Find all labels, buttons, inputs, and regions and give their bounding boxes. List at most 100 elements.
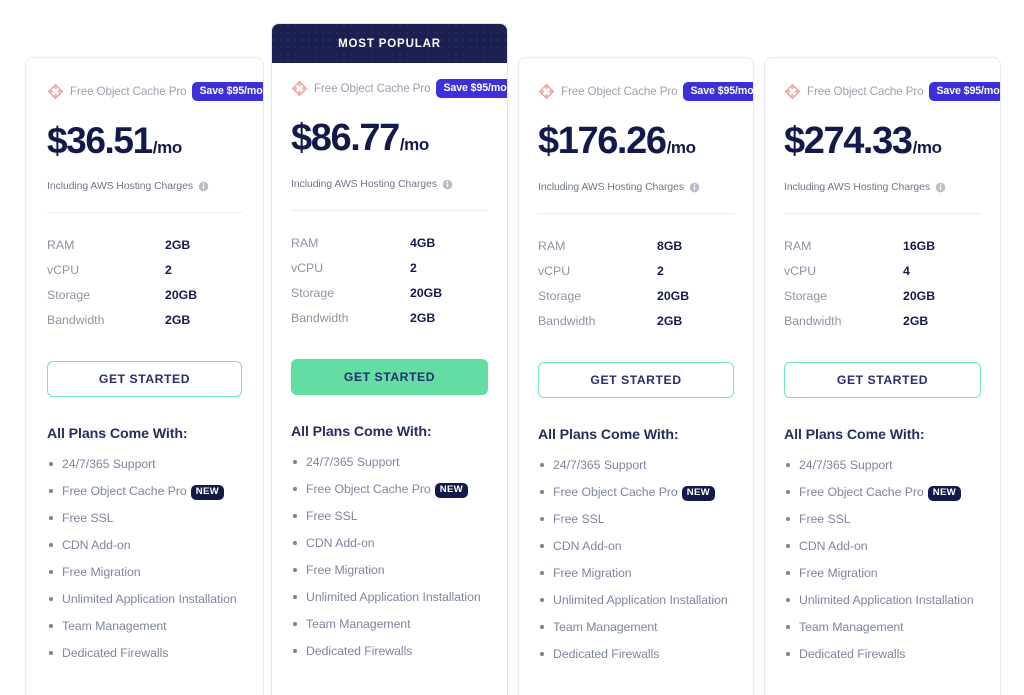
spec-row: RAM 8GB — [538, 233, 734, 258]
feature-label: Free SSL — [62, 511, 114, 526]
feature-item: Dedicated Firewalls — [784, 645, 981, 663]
feature-label: Unlimited Application Installation — [306, 590, 481, 605]
feature-label: Team Management — [306, 617, 411, 632]
feature-label: 24/7/365 Support — [553, 458, 647, 473]
info-icon[interactable] — [442, 179, 453, 190]
pricing-card-2-featured[interactable]: MOST POPULAR Free Object Cache Pro Save … — [271, 23, 508, 695]
spec-row: Bandwidth 2GB — [538, 309, 734, 334]
feature-item: Free Object Cache Pro NEW — [538, 483, 734, 501]
feature-label: Team Management — [62, 619, 167, 634]
spec-label-ram: RAM — [784, 238, 812, 253]
spec-label-ram: RAM — [538, 238, 566, 253]
spec-label-storage: Storage — [538, 289, 582, 304]
aws-hosting-note: Including AWS Hosting Charges — [784, 182, 981, 193]
object-cache-pro-icon — [538, 83, 555, 100]
feature-label: CDN Add-on — [306, 536, 375, 551]
spec-label-bandwidth: Bandwidth — [784, 314, 842, 329]
feature-label: Free SSL — [799, 512, 851, 527]
spec-value-vcpu: 2 — [657, 263, 664, 278]
feature-item: Free Object Cache Pro NEW — [784, 483, 981, 501]
feature-item: Team Management — [784, 618, 981, 636]
save-badge: Save $95/mo — [683, 82, 753, 101]
spec-value-bandwidth: 2GB — [903, 314, 929, 329]
aws-hosting-note-text: Including AWS Hosting Charges — [784, 182, 931, 193]
feature-label: Dedicated Firewalls — [553, 647, 660, 662]
new-badge: NEW — [681, 486, 716, 501]
spec-label-storage: Storage — [47, 288, 91, 303]
feature-item: Team Management — [291, 615, 488, 633]
feature-label: 24/7/365 Support — [306, 455, 400, 470]
price-suffix: /mo — [912, 138, 942, 157]
specs-table: RAM 8GB vCPU 2 Storage 20GB Bandwidth 2G… — [538, 233, 734, 334]
feature-item: Dedicated Firewalls — [538, 645, 734, 663]
spec-row: Bandwidth 2GB — [47, 308, 242, 333]
feature-item: Free Object Cache Pro NEW — [47, 482, 242, 500]
pricing-card-3[interactable]: Free Object Cache Pro Save $95/mo $176.2… — [518, 57, 754, 695]
aws-hosting-note-text: Including AWS Hosting Charges — [291, 179, 438, 190]
spec-value-ram: 16GB — [903, 238, 936, 253]
feature-item: Dedicated Firewalls — [291, 642, 488, 660]
spec-label-vcpu: vCPU — [47, 262, 80, 277]
divider — [291, 210, 488, 211]
get-started-button[interactable]: GET STARTED — [784, 362, 981, 399]
price-suffix: /mo — [399, 135, 429, 154]
feature-item: 24/7/365 Support — [538, 456, 734, 474]
aws-hosting-note-text: Including AWS Hosting Charges — [538, 182, 685, 193]
object-cache-pro-row: Free Object Cache Pro Save $95/mo — [47, 58, 263, 101]
feature-label: Dedicated Firewalls — [306, 644, 413, 659]
spec-label-bandwidth: Bandwidth — [47, 313, 105, 328]
spec-value-vcpu: 2 — [410, 260, 417, 275]
feature-item: 24/7/365 Support — [784, 456, 981, 474]
feature-label: Unlimited Application Installation — [62, 592, 237, 607]
features-list: 24/7/365 Support Free Object Cache Pro NEW… — [784, 456, 981, 663]
features-title: All Plans Come With: — [47, 426, 188, 443]
feature-label: Free Object Cache Pro — [306, 482, 431, 497]
info-icon[interactable] — [198, 181, 209, 192]
specs-table: RAM 16GB vCPU 4 Storage 20GB Bandwidth 2… — [784, 233, 981, 334]
spec-value-bandwidth: 2GB — [165, 313, 191, 328]
feature-item: CDN Add-on — [538, 537, 734, 555]
card-body: Free Object Cache Pro Save $95/mo $274.3… — [765, 58, 1000, 663]
feature-item: CDN Add-on — [47, 536, 242, 554]
pricing-card-4[interactable]: Free Object Cache Pro Save $95/mo $274.3… — [764, 57, 1001, 695]
get-started-button[interactable]: GET STARTED — [291, 359, 488, 396]
feature-item: Unlimited Application Installation — [47, 590, 242, 608]
spec-value-vcpu: 2 — [165, 262, 172, 277]
spec-label-storage: Storage — [784, 289, 828, 304]
object-cache-pro-row: Free Object Cache Pro Save $95/mo — [784, 58, 1000, 101]
feature-label: Dedicated Firewalls — [799, 647, 906, 662]
card-body: Free Object Cache Pro Save $95/mo $176.2… — [519, 58, 753, 663]
save-badge: Save $95/mo — [929, 82, 1000, 101]
feature-item: Free Migration — [784, 564, 981, 582]
features-list: 24/7/365 Support Free Object Cache Pro NEW… — [291, 453, 488, 660]
spec-label-storage: Storage — [291, 286, 335, 301]
feature-label: Free SSL — [306, 509, 358, 524]
pricing-card-1[interactable]: Free Object Cache Pro Save $95/mo $36.51… — [25, 57, 264, 695]
info-icon[interactable] — [935, 182, 946, 193]
spec-value-bandwidth: 2GB — [410, 311, 436, 326]
object-cache-pro-label: Free Object Cache Pro — [70, 85, 187, 98]
feature-item: Dedicated Firewalls — [47, 644, 242, 662]
feature-label: Free SSL — [553, 512, 605, 527]
get-started-button[interactable]: GET STARTED — [47, 361, 242, 398]
divider — [784, 213, 981, 214]
spec-value-storage: 20GB — [657, 289, 690, 304]
card-body: Free Object Cache Pro Save $95/mo $86.77… — [272, 63, 507, 660]
feature-label: 24/7/365 Support — [62, 457, 156, 472]
get-started-button[interactable]: GET STARTED — [538, 362, 734, 399]
price-amount: $176.26 — [538, 120, 667, 162]
features-list: 24/7/365 Support Free Object Cache Pro NEW… — [538, 456, 734, 663]
specs-table: RAM 4GB vCPU 2 Storage 20GB Bandwidth 2G… — [291, 230, 488, 331]
features-title: All Plans Come With: — [291, 424, 432, 441]
spec-row: Bandwidth 2GB — [784, 309, 981, 334]
object-cache-pro-row: Free Object Cache Pro Save $95/mo — [538, 58, 753, 101]
price-amount: $86.77 — [291, 117, 400, 159]
save-badge: Save $95/mo — [436, 79, 507, 98]
feature-label: Free Migration — [306, 563, 385, 578]
feature-label: Team Management — [553, 620, 658, 635]
feature-label: Free Object Cache Pro — [62, 484, 187, 499]
spec-label-ram: RAM — [47, 237, 75, 252]
info-icon[interactable] — [689, 182, 700, 193]
object-cache-pro-label: Free Object Cache Pro — [561, 85, 678, 98]
spec-label-bandwidth: Bandwidth — [291, 311, 349, 326]
